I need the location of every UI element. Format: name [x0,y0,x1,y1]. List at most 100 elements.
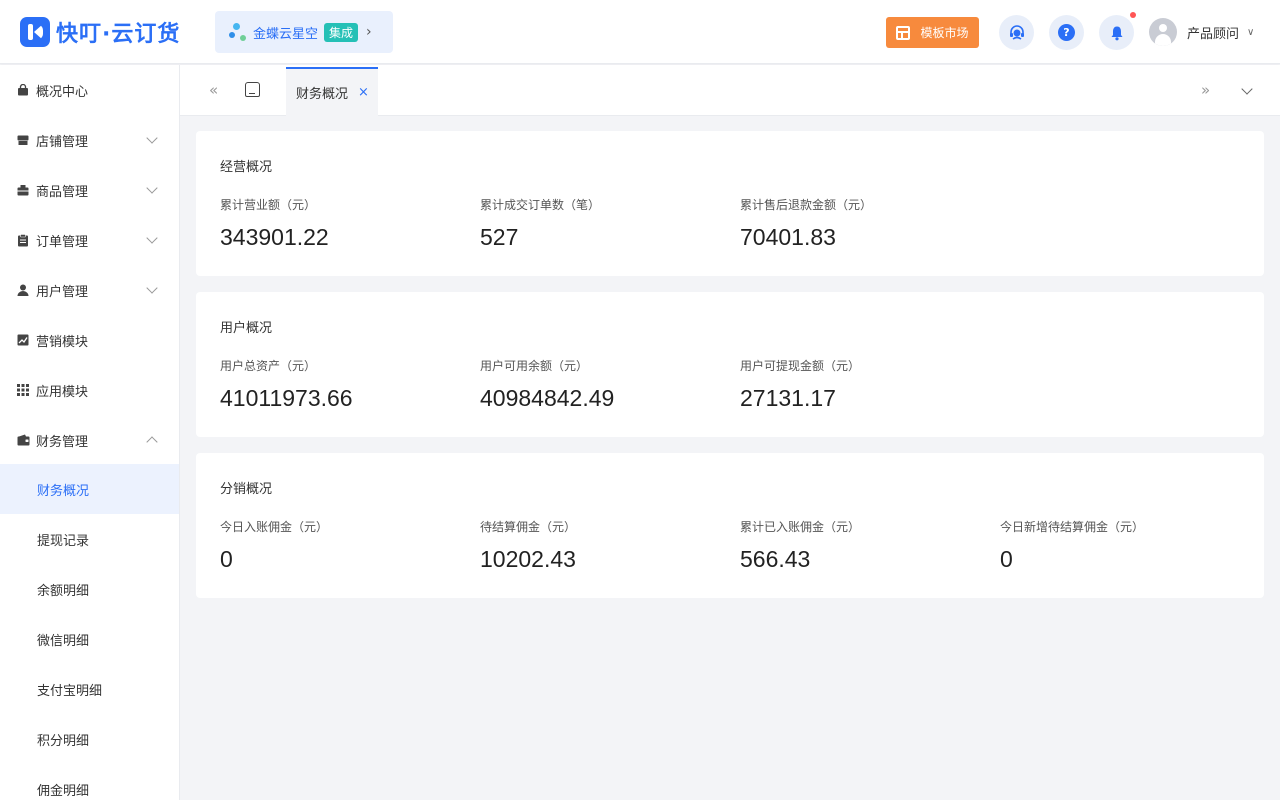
sidebar-subitem-label: 财务概况 [37,483,90,499]
distribution-overview-card: 分销概况 今日入账佣金（元） 0 待结算佣金（元） 10202.43 累计已入账… [196,453,1264,598]
scroll-tabs-left-icon[interactable]: « [209,81,218,99]
stat-value: 527 [480,224,519,250]
business-overview-card: 经营概况 累计营业额（元） 343901.22 累计成交订单数（笔） 527 累… [196,131,1264,276]
stat-value: 10202.43 [480,546,576,572]
stat-total-credited-commission: 累计已入账佣金（元） 566.43 [740,518,860,573]
stat-total-refunds: 累计售后退款金额（元） 70401.83 [740,196,872,251]
stat-value: 40984842.49 [480,385,615,411]
user-icon [16,283,30,297]
sidebar-item-label: 用户管理 [36,284,89,300]
stat-label: 用户总资产（元） [220,359,317,373]
stat-value: 343901.22 [220,224,329,250]
stat-value: 27131.17 [740,385,836,411]
sidebar-item-store[interactable]: 店铺管理 [0,115,179,165]
top-header: 快叮·云订货 金蝶云星空 集成 › 模板市场 ? 产品顾问 ∨ [0,0,1280,64]
chevron-up-icon [146,436,158,448]
stat-label: 累计营业额（元） [220,198,317,212]
sidebar-item-finance[interactable]: 财务管理 [0,415,179,465]
card-title: 经营概况 [220,160,273,175]
stat-value: 0 [220,546,233,572]
sidebar-item-overview[interactable]: 概况中心 [0,65,179,115]
kingdee-icon [229,22,249,42]
stat-value: 70401.83 [740,224,836,250]
kingdee-label: 金蝶云星空 [253,26,319,42]
card-title: 分销概况 [220,482,273,497]
stat-user-available-balance: 用户可用余额（元） 40984842.49 [480,357,614,412]
sidebar-item-label: 概况中心 [36,84,89,100]
stat-user-withdrawable: 用户可提现金额（元） 27131.17 [740,357,860,412]
customer-service-icon [1009,24,1024,40]
tab-label: 财务概况 [296,87,349,102]
logo-text: 快叮·云订货 [56,22,181,47]
wallet-icon [16,433,30,447]
kingdee-integration-banner[interactable]: 金蝶云星空 集成 › [215,11,393,53]
stat-label: 今日新增待结算佣金（元） [1000,520,1145,534]
sidebar-item-products[interactable]: 商品管理 [0,165,179,215]
user-name: 产品顾问 [1187,26,1240,42]
chevron-down-icon [146,182,158,194]
sidebar-subitem-points-details[interactable]: 积分明细 [0,714,179,764]
sidebar-item-label: 店铺管理 [36,134,89,150]
sidebar-item-label: 营销模块 [36,334,89,350]
stat-label: 今日入账佣金（元） [220,520,329,534]
stat-label: 待结算佣金（元） [480,520,577,534]
chevron-right-icon: › [366,24,372,40]
help-button[interactable]: ? [1049,15,1084,50]
sidebar-item-orders[interactable]: 订单管理 [0,215,179,265]
bell-icon [1111,26,1122,40]
trend-chart-icon [16,333,30,347]
stat-value: 41011973.66 [220,385,353,411]
tab-finance-overview[interactable]: 财务概况 × [286,67,378,116]
user-menu[interactable]: 产品顾问 ∨ [1149,18,1254,46]
sidebar-item-label: 商品管理 [36,184,89,200]
stat-label: 累计已入账佣金（元） [740,520,861,534]
stat-total-revenue: 累计营业额（元） 343901.22 [220,196,329,251]
box-icon [16,183,30,197]
chevron-down-icon [146,232,158,244]
template-market-label: 模板市场 [920,26,969,40]
app-logo[interactable]: 快叮·云订货 [20,17,180,47]
clipboard-icon [16,233,30,247]
sidebar-subitem-balance-details[interactable]: 余额明细 [0,564,179,614]
sidebar-item-label: 订单管理 [36,234,89,250]
sidebar-subitem-label: 余额明细 [37,583,90,599]
stat-user-total-assets: 用户总资产（元） 41011973.66 [220,357,353,412]
bag-icon [16,83,30,97]
sidebar-item-users[interactable]: 用户管理 [0,265,179,315]
sidebar-item-marketing[interactable]: 营销模块 [0,315,179,365]
home-tab-icon[interactable] [245,82,260,97]
tabs-menu-chevron-down-icon[interactable] [1241,83,1253,95]
sidebar-item-label: 应用模块 [36,384,89,400]
sidebar-subitem-withdrawals[interactable]: 提现记录 [0,514,179,564]
template-market-button[interactable]: 模板市场 [886,17,979,48]
sidebar-subitem-finance-overview[interactable]: 财务概况 [0,464,179,514]
sidebar-subitem-label: 微信明细 [37,633,90,649]
stat-label: 累计成交订单数（笔） [480,198,601,212]
integration-badge: 集成 [324,22,359,42]
customer-service-button[interactable] [999,15,1034,50]
sidebar-item-apps[interactable]: 应用模块 [0,365,179,415]
logo-k-icon [20,17,50,47]
sidebar-subitem-commission-details[interactable]: 佣金明细 [0,764,179,800]
sidebar-subitem-alipay-details[interactable]: 支付宝明细 [0,664,179,714]
card-title: 用户概况 [220,321,273,336]
sidebar-subitem-wechat-details[interactable]: 微信明细 [0,614,179,664]
stat-today-commission: 今日入账佣金（元） 0 [220,518,328,573]
template-icon [896,25,911,40]
close-icon[interactable]: × [358,85,369,100]
avatar [1149,18,1177,46]
chevron-down-icon [146,132,158,144]
stat-value: 0 [1000,546,1013,572]
sidebar: 概况中心 店铺管理 商品管理 订单管理 用户管理 营销模块 应用模块 财务管理 … [0,65,180,800]
stat-label: 累计售后退款金额（元） [740,198,873,212]
tab-bar: « 财务概况 × » [180,65,1280,116]
notifications-button[interactable] [1099,15,1134,50]
sidebar-subitem-label: 支付宝明细 [37,683,103,699]
stat-today-new-pending-commission: 今日新增待结算佣金（元） 0 [1000,518,1144,573]
grid-icon [16,383,30,397]
question-icon: ? [1058,24,1075,41]
sidebar-subitem-label: 佣金明细 [37,783,90,799]
chevron-down-icon: ∨ [1247,26,1255,38]
scroll-tabs-right-icon[interactable]: » [1201,81,1210,99]
sidebar-subitem-label: 提现记录 [37,533,90,549]
